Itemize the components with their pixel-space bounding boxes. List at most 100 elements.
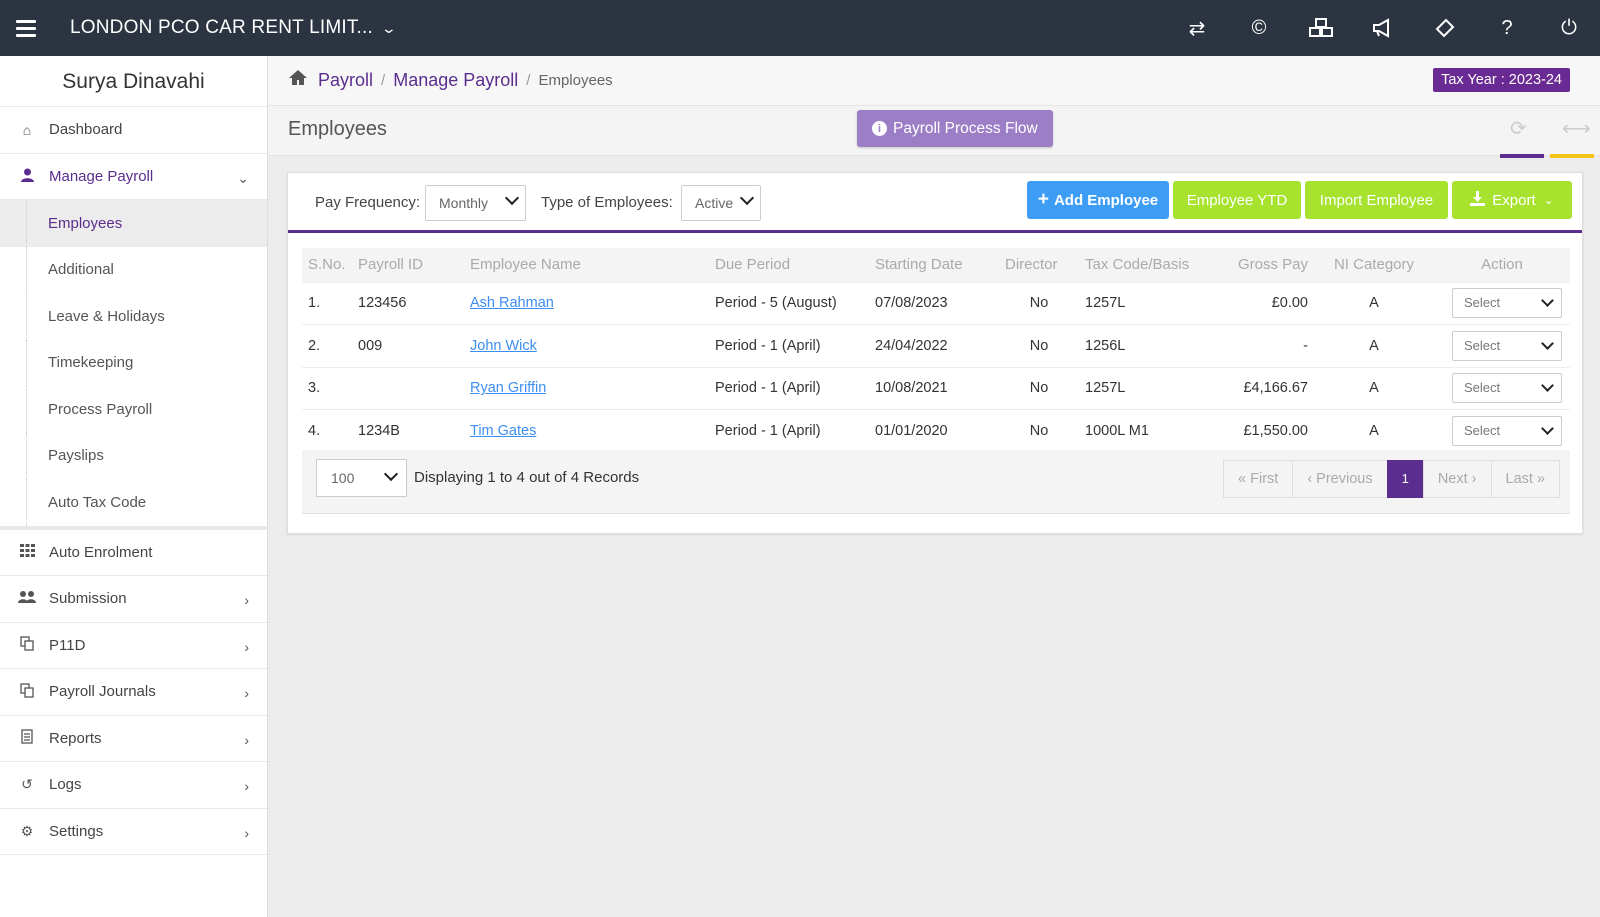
- breadcrumb: Payroll / Manage Payroll / Employees Tax…: [268, 56, 1600, 106]
- cell-ni-category: A: [1314, 409, 1434, 452]
- refresh-icon[interactable]: ⟳: [1510, 116, 1527, 141]
- gear-icon: ⚙: [20, 822, 34, 839]
- cell-starting-date: 24/04/2022: [869, 324, 999, 367]
- employee-ytd-button[interactable]: Employee YTD: [1173, 181, 1301, 219]
- chevron-down-icon: [504, 190, 520, 206]
- cell-director: No: [999, 281, 1079, 325]
- column-header: Payroll ID: [352, 248, 464, 282]
- cell-action: Select: [1434, 366, 1570, 410]
- cell-gross-pay: £0.00: [1219, 281, 1314, 325]
- action-select[interactable]: Select: [1452, 373, 1562, 404]
- help-icon[interactable]: ?: [1476, 0, 1538, 56]
- table-row: 1. 123456 Ash Rahman Period - 5 (August)…: [302, 281, 1570, 325]
- sidebar-item-p11d[interactable]: P11D ›: [0, 623, 267, 669]
- sidebar-item-label: Dashboard: [49, 121, 123, 139]
- pagination-first[interactable]: « First: [1223, 460, 1294, 498]
- company-selector[interactable]: LONDON PCO CAR RENT LIMIT... ⌄: [70, 17, 398, 39]
- download-icon: [1470, 190, 1486, 210]
- sidebar-item-submission[interactable]: Submission ›: [0, 576, 267, 623]
- page-title-bar: Employees i Payroll Process Flow ⟳ ⟷: [268, 106, 1600, 158]
- cell-tax-code: 1000L M1: [1079, 409, 1219, 452]
- menu-toggle-icon[interactable]: [0, 0, 52, 56]
- action-select[interactable]: Select: [1452, 288, 1562, 319]
- type-of-employees-select[interactable]: Active: [681, 185, 761, 221]
- sidebar-item-reports[interactable]: Reports ›: [0, 716, 267, 762]
- grid-icon: [18, 544, 36, 560]
- chevron-right-icon: ›: [244, 685, 249, 701]
- sidebar-item-dashboard[interactable]: ⌂ Dashboard: [0, 107, 267, 154]
- sidebar-item-label: Submission: [49, 590, 127, 608]
- table-row: 4. 1234B Tim Gates Period - 1 (April) 01…: [302, 409, 1570, 452]
- sidebar-subitem-label: Process Payroll: [48, 400, 153, 418]
- transfer-icon[interactable]: ⇄: [1166, 0, 1228, 56]
- pagination-page-current[interactable]: 1: [1386, 460, 1424, 498]
- action-select[interactable]: Select: [1452, 416, 1562, 446]
- cell-ni-category: A: [1314, 324, 1434, 367]
- user-icon: [18, 168, 36, 185]
- cell-employee-name: Ryan Griffin: [464, 366, 709, 410]
- sidebar-subitem-employees[interactable]: Employees: [0, 200, 267, 247]
- cell-director: No: [999, 409, 1079, 452]
- sidebar-item-settings[interactable]: ⚙ Settings ›: [0, 809, 267, 855]
- sidebar-subitem-auto-tax-code[interactable]: Auto Tax Code: [0, 479, 267, 526]
- copyright-icon[interactable]: ©: [1228, 0, 1290, 56]
- sidebar-subitem-additional[interactable]: Additional: [0, 246, 267, 294]
- megaphone-icon[interactable]: [1352, 0, 1414, 56]
- sidebar-subitem-leave-holidays[interactable]: Leave & Holidays: [0, 293, 267, 340]
- employee-name-link[interactable]: Ryan Griffin: [470, 380, 546, 396]
- pagination-last[interactable]: Last »: [1490, 460, 1560, 498]
- ticket-icon[interactable]: [1414, 0, 1476, 56]
- chevron-right-icon: ›: [244, 824, 249, 841]
- records-info: Displaying 1 to 4 out of 4 Records: [414, 469, 640, 486]
- payroll-process-flow-label: Payroll Process Flow: [893, 119, 1038, 137]
- page-size-select[interactable]: 100: [316, 459, 407, 497]
- user-name: Surya Dinavahi: [0, 56, 267, 107]
- sidebar-item-payroll-journals[interactable]: Payroll Journals ›: [0, 669, 267, 716]
- cell-gross-pay: -: [1219, 324, 1314, 367]
- breadcrumb-current: Employees: [538, 72, 613, 89]
- sidebar-item-label: Payroll Journals: [49, 683, 156, 701]
- breadcrumb-manage-payroll[interactable]: Manage Payroll: [393, 70, 518, 91]
- breadcrumb-payroll[interactable]: Payroll: [318, 70, 373, 91]
- cell-ni-category: A: [1314, 281, 1434, 325]
- cell-tax-code: 1257L: [1079, 281, 1219, 325]
- payroll-process-flow-button[interactable]: i Payroll Process Flow: [857, 110, 1053, 147]
- home-icon[interactable]: [288, 69, 308, 92]
- cell-payroll-id: 123456: [352, 281, 464, 325]
- sidebar-subitem-payslips[interactable]: Payslips: [0, 432, 267, 480]
- pagination-previous[interactable]: ‹ Previous: [1292, 460, 1388, 498]
- chevron-down-icon: ⌄: [380, 19, 398, 36]
- employee-name-link[interactable]: Ash Rahman: [470, 295, 554, 311]
- sidebar: Surya Dinavahi ⌂ Dashboard Manage Payrol…: [0, 56, 268, 917]
- sidebar-item-logs[interactable]: ↺ Logs ›: [0, 762, 267, 809]
- cubes-icon[interactable]: [1290, 0, 1352, 56]
- pay-frequency-select[interactable]: Monthly: [425, 185, 526, 221]
- column-header: Gross Pay: [1219, 248, 1314, 282]
- expand-horizontal-icon[interactable]: ⟷: [1562, 116, 1591, 141]
- employee-name-link[interactable]: Tim Gates: [470, 423, 536, 439]
- column-header: Starting Date: [869, 248, 999, 282]
- cell-sno: 4.: [302, 409, 352, 452]
- pay-frequency-value: Monthly: [439, 195, 489, 211]
- action-select[interactable]: Select: [1452, 330, 1562, 361]
- export-label: Export: [1492, 191, 1536, 209]
- chevron-down-icon: [383, 466, 399, 482]
- sidebar-item-auto-enrolment[interactable]: Auto Enrolment: [0, 530, 267, 576]
- power-icon[interactable]: ⏻: [1538, 0, 1600, 56]
- top-bar: LONDON PCO CAR RENT LIMIT... ⌄ ⇄ © ? ⏻: [0, 0, 1600, 56]
- plus-icon: +: [1037, 189, 1049, 210]
- import-employee-button[interactable]: Import Employee: [1305, 181, 1448, 219]
- chevron-right-icon: ›: [244, 778, 249, 794]
- table-footer: 100 Displaying 1 to 4 out of 4 Records «…: [302, 450, 1570, 514]
- table-row: 2. 009 John Wick Period - 1 (April) 24/0…: [302, 324, 1570, 367]
- chevron-down-icon: ⌄: [1543, 193, 1554, 207]
- copy-icon: [18, 683, 36, 701]
- sidebar-subitem-process-payroll[interactable]: Process Payroll: [0, 386, 267, 433]
- sidebar-subitem-timekeeping[interactable]: Timekeeping: [0, 339, 267, 387]
- sidebar-item-manage-payroll[interactable]: Manage Payroll ⌄: [0, 154, 267, 200]
- export-button[interactable]: Export ⌄: [1452, 181, 1572, 219]
- pagination-next[interactable]: Next ›: [1422, 460, 1492, 498]
- add-employee-button[interactable]: + Add Employee: [1027, 181, 1169, 219]
- breadcrumb-separator: /: [381, 72, 386, 89]
- employee-name-link[interactable]: John Wick: [470, 338, 537, 354]
